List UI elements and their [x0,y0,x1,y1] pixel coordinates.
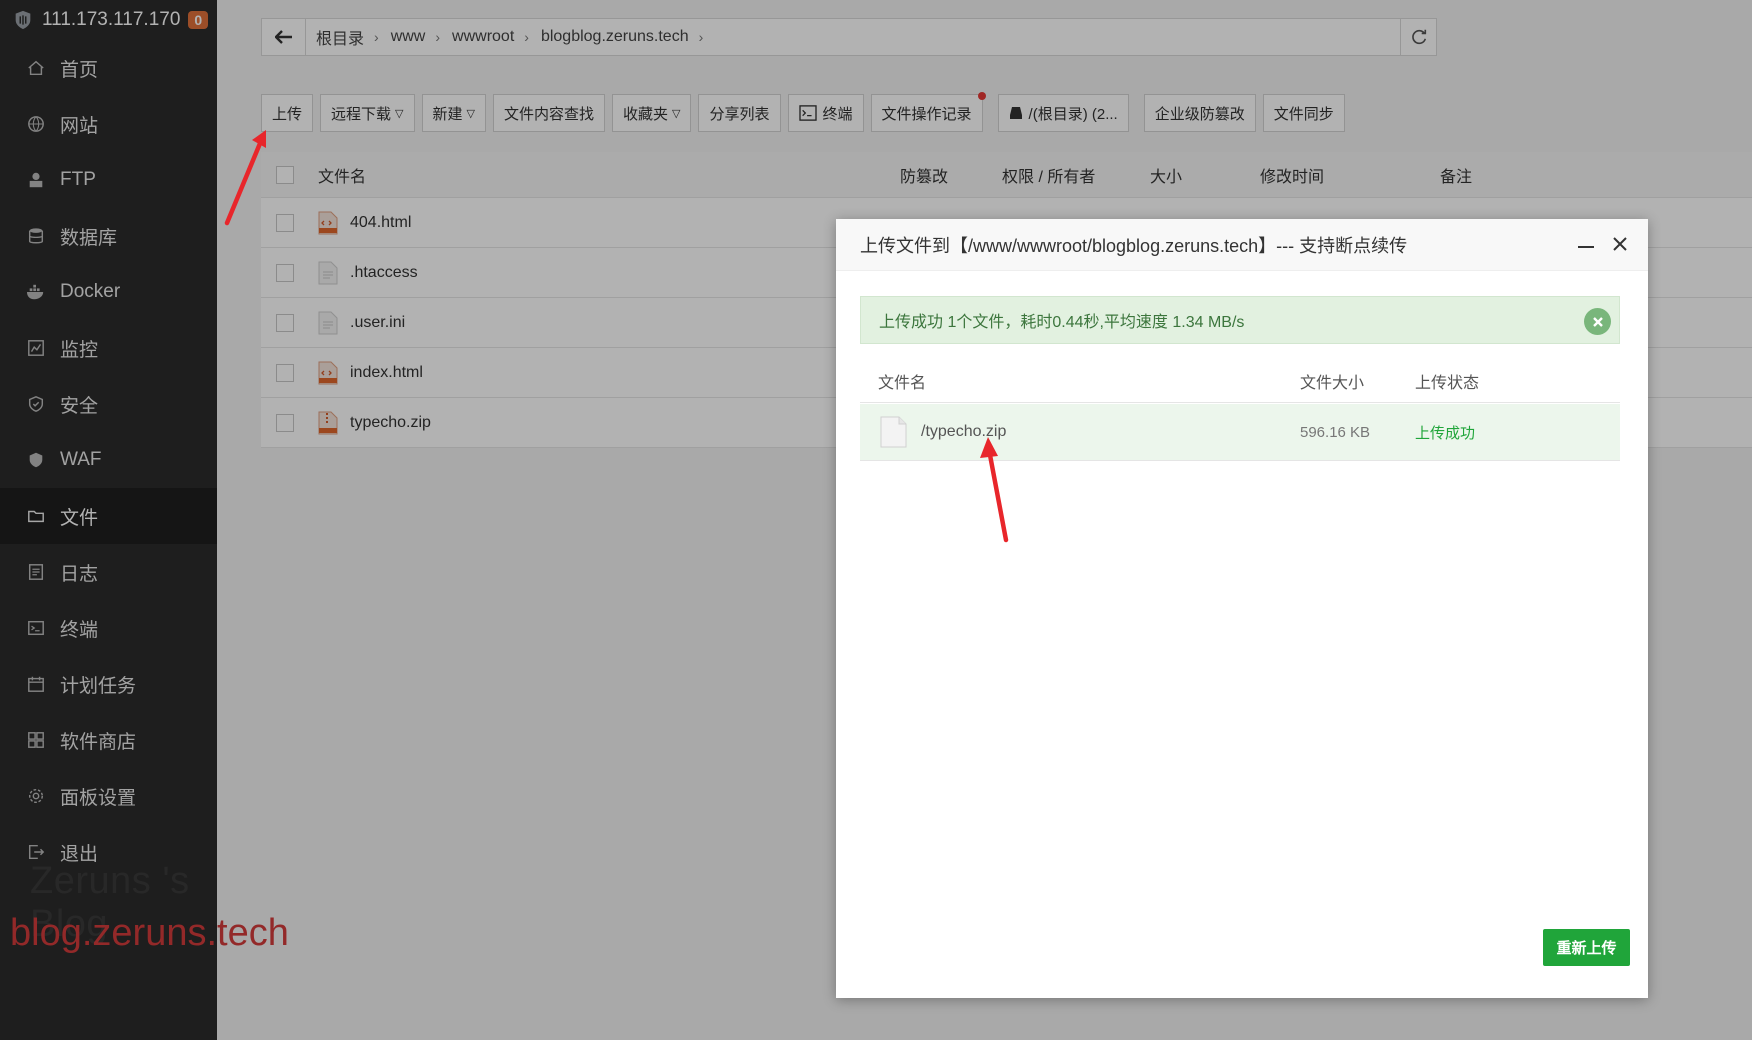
header-filesize: 文件大小 [1300,374,1365,392]
file-icon [880,416,907,448]
upload-list-header: 文件名 文件大小 上传状态 [860,359,1620,403]
upload-file-cell: /typecho.zip [860,416,1300,448]
dialog-title: 上传文件到【/www/wwwroot/blogblog.zeruns.tech】… [860,235,1408,256]
upload-file-size: 596.16 KB [1300,423,1371,441]
success-alert: 上传成功 1个文件，耗时0.44秒,平均速度 1.34 MB/s [860,296,1620,344]
upload-row: /typecho.zip 596.16 KB 上传成功 [860,404,1620,461]
close-icon [1592,316,1603,327]
upload-file-status: 上传成功 [1415,424,1476,442]
header-filename: 文件名 [878,374,927,392]
success-message: 上传成功 1个文件，耗时0.44秒,平均速度 1.34 MB/s [879,314,1245,331]
header-status: 上传状态 [1415,374,1480,392]
reupload-button[interactable]: 重新上传 [1543,929,1630,966]
alert-close-button[interactable] [1584,308,1611,335]
dialog-header: 上传文件到【/www/wwwroot/blogblog.zeruns.tech】… [836,219,1648,271]
upload-dialog: 上传文件到【/www/wwwroot/blogblog.zeruns.tech】… [836,219,1648,998]
dialog-controls [1576,233,1630,260]
upload-file-name: /typecho.zip [921,423,1007,440]
close-button[interactable] [1610,233,1630,260]
close-icon [1613,237,1627,251]
minimize-icon [1578,246,1594,248]
minimize-button[interactable] [1576,233,1596,260]
